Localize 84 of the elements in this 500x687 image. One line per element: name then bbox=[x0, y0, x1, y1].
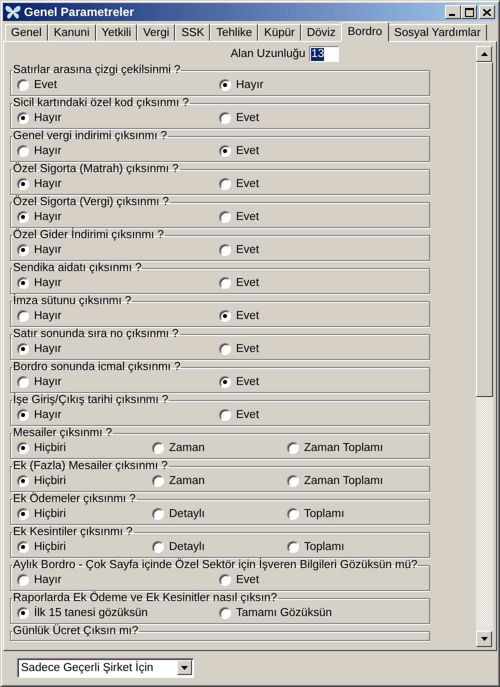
tab[interactable]: SSK bbox=[175, 24, 210, 41]
radio-option[interactable]: Hiçbiri bbox=[17, 508, 152, 520]
radio-option[interactable]: Zaman bbox=[152, 475, 287, 487]
radio-option[interactable]: Evet bbox=[219, 244, 423, 256]
scrollbar[interactable] bbox=[476, 46, 493, 647]
scope-dropdown[interactable]: Sadece Geçerli Şirket İçin bbox=[17, 658, 194, 678]
radio-option[interactable]: Hayır bbox=[17, 244, 219, 256]
radio-option[interactable]: Hayır bbox=[17, 277, 219, 289]
radio-option[interactable]: Zaman Toplamı bbox=[287, 442, 423, 454]
group-title: İmza sütunu çıksınmı ? bbox=[12, 295, 132, 308]
radio-option[interactable]: Evet bbox=[17, 79, 219, 91]
radio-option[interactable]: Hayır bbox=[17, 409, 219, 421]
down-arrow-icon bbox=[480, 637, 488, 641]
radio-option[interactable]: Hayır bbox=[219, 79, 423, 91]
radio-option[interactable]: Evet bbox=[219, 376, 423, 388]
radio-option[interactable]: Hayır bbox=[17, 178, 219, 190]
group-title: İşe Giriş/Çıkış tarihi çıksınmı ? bbox=[12, 394, 170, 407]
group-title: Sendika aidatı çıksınmı ? bbox=[12, 262, 142, 275]
dropdown-button[interactable] bbox=[177, 660, 192, 675]
tab[interactable]: Genel bbox=[5, 24, 48, 41]
radio-option[interactable]: Tamamı Gözüksün bbox=[219, 607, 423, 619]
radio-option[interactable]: Hayır bbox=[17, 574, 219, 586]
group-title: Özel Gider İndirimi çıksınmı ? bbox=[12, 229, 165, 242]
scroll-down-button[interactable] bbox=[476, 631, 492, 647]
group-title: Aylık Bordro - Çok Sayfa içinde Özel Sektör için İşveren Bilgileri Gözüksün mü? bbox=[12, 559, 418, 572]
group-title: Raporlarda Ek Ödeme ve Ek Kesinitler nasıl çıksın? bbox=[12, 592, 278, 605]
radio-option[interactable]: Zaman bbox=[152, 442, 287, 454]
tab[interactable]: Yetkili bbox=[96, 24, 138, 41]
tab[interactable]: Vergi bbox=[137, 24, 176, 41]
radio-option[interactable]: Detaylı bbox=[152, 508, 287, 520]
group-title: Ek Ödemeler çıksınmı ? bbox=[12, 493, 137, 506]
radio-option[interactable]: Evet bbox=[219, 211, 423, 223]
maximize-icon bbox=[464, 8, 474, 16]
maximize-button[interactable] bbox=[461, 5, 477, 19]
radio-option[interactable]: Evet bbox=[219, 310, 423, 322]
tab[interactable]: Kanuni bbox=[48, 24, 96, 41]
group-title: Genel vergi indirimi çıksınmı ? bbox=[12, 130, 168, 143]
radio-option[interactable]: Hayır bbox=[17, 145, 219, 157]
radio-option[interactable]: Evet bbox=[219, 574, 423, 586]
group-title: Özel Sigorta (Matrah) çıksınmı ? bbox=[12, 163, 180, 176]
radio-option[interactable]: Evet bbox=[219, 178, 423, 190]
tab[interactable]: Sosyal Yardımlar bbox=[388, 24, 487, 41]
minimize-button[interactable] bbox=[445, 5, 461, 19]
group-title: Günlük Ücret Çıksın mı? bbox=[12, 625, 140, 638]
group-title: Mesailer çıksınmı ? bbox=[12, 427, 114, 440]
group-title: Sicil kartındaki özel kod çıksınmı ? bbox=[12, 97, 190, 110]
radio-option[interactable]: Hiçbiri bbox=[17, 475, 152, 487]
up-arrow-icon bbox=[480, 52, 488, 56]
radio-option[interactable]: Evet bbox=[219, 277, 423, 289]
radio-option[interactable]: Evet bbox=[219, 145, 423, 157]
tab[interactable]: Küpür bbox=[258, 24, 301, 41]
window-title: Genel Parametreler bbox=[24, 5, 136, 19]
tab[interactable]: Döviz bbox=[300, 24, 342, 41]
radio-option[interactable]: Toplamı bbox=[287, 541, 423, 553]
length-input[interactable]: 13 bbox=[309, 46, 340, 62]
group-title: Satırlar arasına çizgi çekilsinmi ? bbox=[12, 64, 182, 77]
field-label: Alan Uzunluğu bbox=[230, 48, 306, 60]
radio-option[interactable]: Hayır bbox=[17, 112, 219, 124]
radio-option[interactable]: Hayır bbox=[17, 376, 219, 388]
radio-option[interactable]: Hiçbiri bbox=[17, 541, 152, 553]
group-title: Ek (Fazla) Mesailer çıksınmı ? bbox=[12, 460, 169, 473]
group-title: Ek Kesintiler çıksınmı ? bbox=[12, 526, 134, 539]
radio-option[interactable]: Evet bbox=[219, 112, 423, 124]
radio-option[interactable]: Zaman Toplamı bbox=[287, 475, 423, 487]
radio-option[interactable]: İlk 15 tanesi gözüksün bbox=[17, 607, 219, 619]
tab[interactable]: Bordro bbox=[340, 22, 390, 42]
close-button[interactable] bbox=[479, 5, 495, 19]
radio-option[interactable]: Hayır bbox=[17, 211, 219, 223]
radio-option[interactable]: Hayır bbox=[17, 343, 219, 355]
group-title: Satır sonunda sıra no çıksınmı ? bbox=[12, 328, 180, 341]
butterfly-icon bbox=[5, 5, 21, 19]
radio-option[interactable]: Hiçbiri bbox=[17, 442, 152, 454]
radio-option[interactable]: Detaylı bbox=[152, 541, 287, 553]
group-title: Özel Sigorta (Vergi) çıksınmı ? bbox=[12, 196, 170, 209]
radio-option[interactable]: Toplamı bbox=[287, 508, 423, 520]
radio-option[interactable]: Evet bbox=[219, 409, 423, 421]
radio-option[interactable]: Evet bbox=[219, 343, 423, 355]
group-title: Bordro sonunda icmal çıksınmı ? bbox=[12, 361, 182, 374]
scroll-up-button[interactable] bbox=[476, 46, 492, 62]
caret-icon bbox=[181, 666, 188, 670]
scroll-thumb[interactable] bbox=[476, 62, 493, 397]
tab[interactable]: Tehlike bbox=[210, 24, 258, 41]
close-icon bbox=[483, 8, 491, 16]
radio-option[interactable]: Hayır bbox=[17, 310, 219, 322]
